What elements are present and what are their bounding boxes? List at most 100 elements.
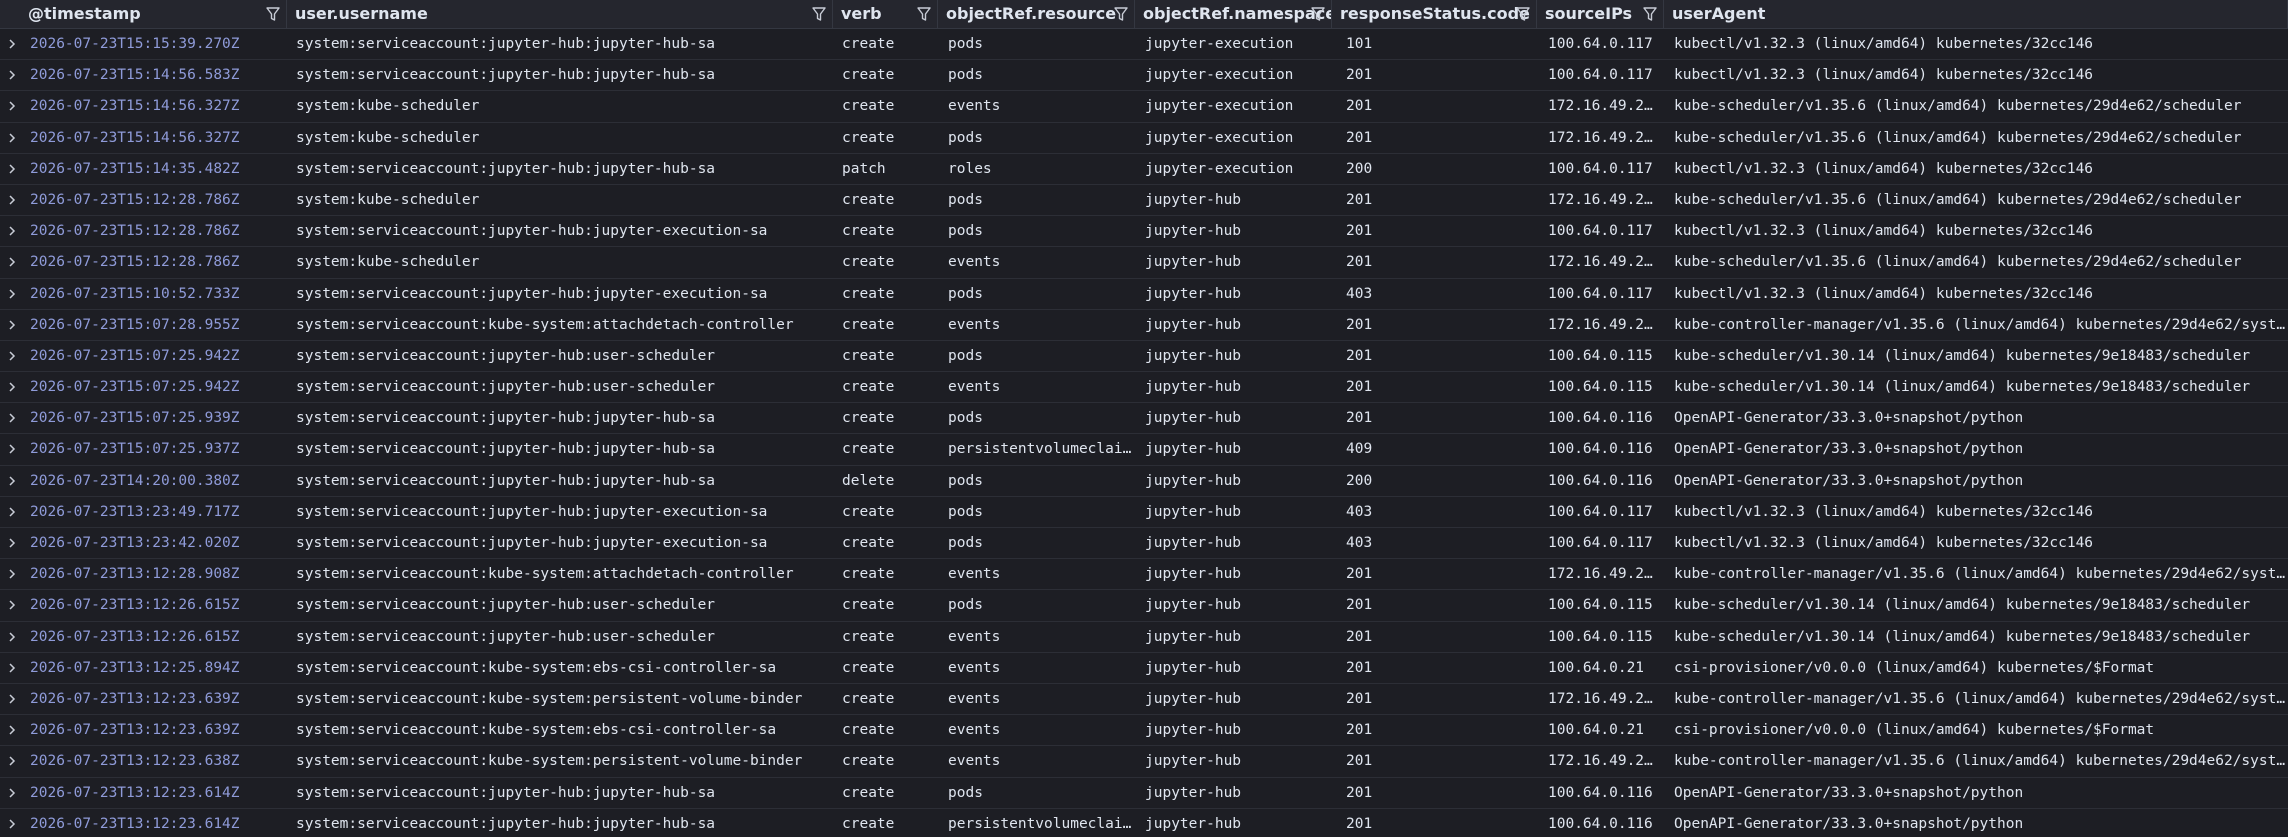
chevron-right-icon[interactable] bbox=[6, 38, 18, 50]
cell-timestamp[interactable]: 2026-07-23T13:12:23.614Z bbox=[22, 778, 284, 808]
table-row[interactable]: 2026-07-23T15:14:56.583Z system:serviceac… bbox=[0, 60, 2288, 92]
cell-verb: create bbox=[842, 815, 895, 832]
chevron-right-icon[interactable] bbox=[6, 818, 18, 830]
cell-timestamp[interactable]: 2026-07-23T13:12:23.639Z bbox=[22, 715, 284, 745]
chevron-right-icon[interactable] bbox=[6, 506, 18, 518]
filter-icon[interactable] bbox=[917, 6, 931, 22]
cell-username: system:serviceaccount:kube-system:persis… bbox=[296, 753, 803, 770]
column-header-sourceIPs[interactable]: sourceIPs bbox=[1537, 0, 1664, 28]
chevron-right-icon[interactable] bbox=[6, 443, 18, 455]
chevron-right-icon[interactable] bbox=[6, 163, 18, 175]
chevron-right-icon[interactable] bbox=[6, 475, 18, 487]
chevron-right-icon[interactable] bbox=[6, 194, 18, 206]
chevron-right-icon[interactable] bbox=[6, 787, 18, 799]
cell-timestamp[interactable]: 2026-07-23T15:07:25.939Z bbox=[22, 403, 284, 433]
chevron-right-icon[interactable] bbox=[6, 755, 18, 767]
cell-timestamp[interactable]: 2026-07-23T15:12:28.786Z bbox=[22, 216, 284, 246]
cell-timestamp[interactable]: 2026-07-23T13:23:49.717Z bbox=[22, 497, 284, 527]
cell-timestamp[interactable]: 2026-07-23T13:12:26.615Z bbox=[22, 622, 284, 652]
cell-namespace: jupyter-hub bbox=[1145, 566, 1242, 583]
chevron-right-icon[interactable] bbox=[6, 132, 18, 144]
chevron-right-icon[interactable] bbox=[6, 256, 18, 268]
filter-icon[interactable] bbox=[1114, 6, 1128, 22]
table-row[interactable]: 2026-07-23T15:12:28.786Z system:kube-sche… bbox=[0, 247, 2288, 279]
chevron-right-icon[interactable] bbox=[6, 319, 18, 331]
table-row[interactable]: 2026-07-23T15:07:25.942Z system:serviceac… bbox=[0, 341, 2288, 373]
chevron-right-icon[interactable] bbox=[6, 724, 18, 736]
cell-timestamp[interactable]: 2026-07-23T15:15:39.270Z bbox=[22, 29, 284, 59]
column-header-username[interactable]: user.username bbox=[287, 0, 833, 28]
table-row[interactable]: 2026-07-23T13:12:23.639Z system:serviceac… bbox=[0, 684, 2288, 716]
filter-icon[interactable] bbox=[1516, 6, 1530, 22]
chevron-right-icon[interactable] bbox=[6, 537, 18, 549]
table-row[interactable]: 2026-07-23T13:23:42.020Z system:serviceac… bbox=[0, 528, 2288, 560]
column-header-verb[interactable]: verb bbox=[833, 0, 938, 28]
column-header-namespace[interactable]: objectRef.namespace bbox=[1135, 0, 1332, 28]
chevron-right-icon[interactable] bbox=[6, 412, 18, 424]
table-row[interactable]: 2026-07-23T13:12:28.908Z system:serviceac… bbox=[0, 559, 2288, 591]
cell-userAgent: kubectl/v1.32.3 (linux/amd64) kubernetes… bbox=[1674, 503, 2094, 520]
table-row[interactable]: 2026-07-23T13:23:49.717Z system:serviceac… bbox=[0, 497, 2288, 528]
column-header-status[interactable]: responseStatus.code bbox=[1332, 0, 1537, 28]
column-header-userAgent[interactable]: userAgent bbox=[1664, 0, 2288, 28]
filter-icon[interactable] bbox=[1311, 6, 1325, 22]
cell-timestamp[interactable]: 2026-07-23T15:12:28.786Z bbox=[22, 247, 284, 277]
filter-icon[interactable] bbox=[1643, 6, 1657, 22]
cell-timestamp[interactable]: 2026-07-23T14:20:00.380Z bbox=[22, 466, 284, 496]
cell-timestamp[interactable]: 2026-07-23T13:23:42.020Z bbox=[22, 528, 284, 558]
table-row[interactable]: 2026-07-23T13:12:25.894Z system:serviceac… bbox=[0, 653, 2288, 684]
cell-timestamp[interactable]: 2026-07-23T15:07:25.942Z bbox=[22, 372, 284, 402]
table-row[interactable]: 2026-07-23T15:15:39.270Z system:serviceac… bbox=[0, 29, 2288, 61]
table-row[interactable]: 2026-07-23T13:12:26.615Z system:serviceac… bbox=[0, 622, 2288, 653]
cell-timestamp[interactable]: 2026-07-23T13:12:28.908Z bbox=[22, 559, 284, 589]
chevron-right-icon[interactable] bbox=[6, 100, 18, 112]
table-row[interactable]: 2026-07-23T15:12:28.786Z system:kube-sche… bbox=[0, 185, 2288, 217]
table-row[interactable]: 2026-07-23T15:07:25.937Z system:serviceac… bbox=[0, 434, 2288, 466]
cell-timestamp[interactable]: 2026-07-23T15:07:28.955Z bbox=[22, 310, 284, 340]
table-row[interactable]: 2026-07-23T15:14:56.327Z system:kube-sche… bbox=[0, 91, 2288, 123]
chevron-right-icon[interactable] bbox=[6, 693, 18, 705]
filter-icon[interactable] bbox=[266, 6, 280, 22]
chevron-right-icon[interactable] bbox=[6, 288, 18, 300]
table-row[interactable]: 2026-07-23T13:12:23.614Z system:serviceac… bbox=[0, 778, 2288, 809]
cell-sourceIPs: 100.64.0.115 bbox=[1548, 379, 1653, 396]
cell-timestamp[interactable]: 2026-07-23T13:12:23.639Z bbox=[22, 684, 284, 714]
table-row[interactable]: 2026-07-23T14:20:00.380Z system:serviceac… bbox=[0, 466, 2288, 497]
chevron-right-icon[interactable] bbox=[6, 662, 18, 674]
chevron-right-icon[interactable] bbox=[6, 568, 18, 580]
cell-timestamp[interactable]: 2026-07-23T13:12:23.614Z bbox=[22, 809, 284, 837]
cell-timestamp[interactable]: 2026-07-23T15:07:25.942Z bbox=[22, 341, 284, 371]
table-row[interactable]: 2026-07-23T13:12:23.639Z system:serviceac… bbox=[0, 715, 2288, 747]
cell-timestamp[interactable]: 2026-07-23T15:14:56.327Z bbox=[22, 91, 284, 121]
cell-timestamp[interactable]: 2026-07-23T13:12:25.894Z bbox=[22, 653, 284, 683]
column-header-resource[interactable]: objectRef.resource bbox=[938, 0, 1135, 28]
chevron-right-icon[interactable] bbox=[6, 350, 18, 362]
cell-timestamp[interactable]: 2026-07-23T15:14:56.583Z bbox=[22, 60, 284, 90]
cell-timestamp[interactable]: 2026-07-23T13:12:26.615Z bbox=[22, 590, 284, 620]
chevron-right-icon[interactable] bbox=[6, 631, 18, 643]
table-row[interactable]: 2026-07-23T13:12:26.615Z system:serviceac… bbox=[0, 590, 2288, 622]
table-row[interactable]: 2026-07-23T15:07:25.939Z system:serviceac… bbox=[0, 403, 2288, 435]
chevron-right-icon[interactable] bbox=[6, 381, 18, 393]
chevron-right-icon[interactable] bbox=[6, 599, 18, 611]
chevron-right-icon[interactable] bbox=[6, 225, 18, 237]
cell-username: system:serviceaccount:jupyter-hub:user-s… bbox=[296, 597, 716, 614]
cell-timestamp[interactable]: 2026-07-23T13:12:23.638Z bbox=[22, 746, 284, 776]
table-row[interactable]: 2026-07-23T15:14:56.327Z system:kube-sche… bbox=[0, 123, 2288, 154]
cell-timestamp[interactable]: 2026-07-23T15:12:28.786Z bbox=[22, 185, 284, 215]
cell-status: 201 bbox=[1346, 659, 1373, 676]
table-row[interactable]: 2026-07-23T15:10:52.733Z system:serviceac… bbox=[0, 279, 2288, 310]
cell-timestamp[interactable]: 2026-07-23T15:10:52.733Z bbox=[22, 279, 284, 309]
table-row[interactable]: 2026-07-23T15:07:28.955Z system:serviceac… bbox=[0, 310, 2288, 341]
table-row[interactable]: 2026-07-23T15:14:35.482Z system:serviceac… bbox=[0, 154, 2288, 185]
filter-icon[interactable] bbox=[812, 6, 826, 22]
cell-timestamp[interactable]: 2026-07-23T15:14:35.482Z bbox=[22, 154, 284, 184]
column-header-timestamp[interactable]: @timestamp bbox=[0, 0, 287, 28]
table-row[interactable]: 2026-07-23T15:07:25.942Z system:serviceac… bbox=[0, 372, 2288, 404]
cell-timestamp[interactable]: 2026-07-23T15:07:25.937Z bbox=[22, 434, 284, 464]
table-row[interactable]: 2026-07-23T13:12:23.614Z system:serviceac… bbox=[0, 809, 2288, 837]
cell-timestamp[interactable]: 2026-07-23T15:14:56.327Z bbox=[22, 123, 284, 153]
table-row[interactable]: 2026-07-23T15:12:28.786Z system:serviceac… bbox=[0, 216, 2288, 248]
table-row[interactable]: 2026-07-23T13:12:23.638Z system:serviceac… bbox=[0, 746, 2288, 778]
chevron-right-icon[interactable] bbox=[6, 69, 18, 81]
